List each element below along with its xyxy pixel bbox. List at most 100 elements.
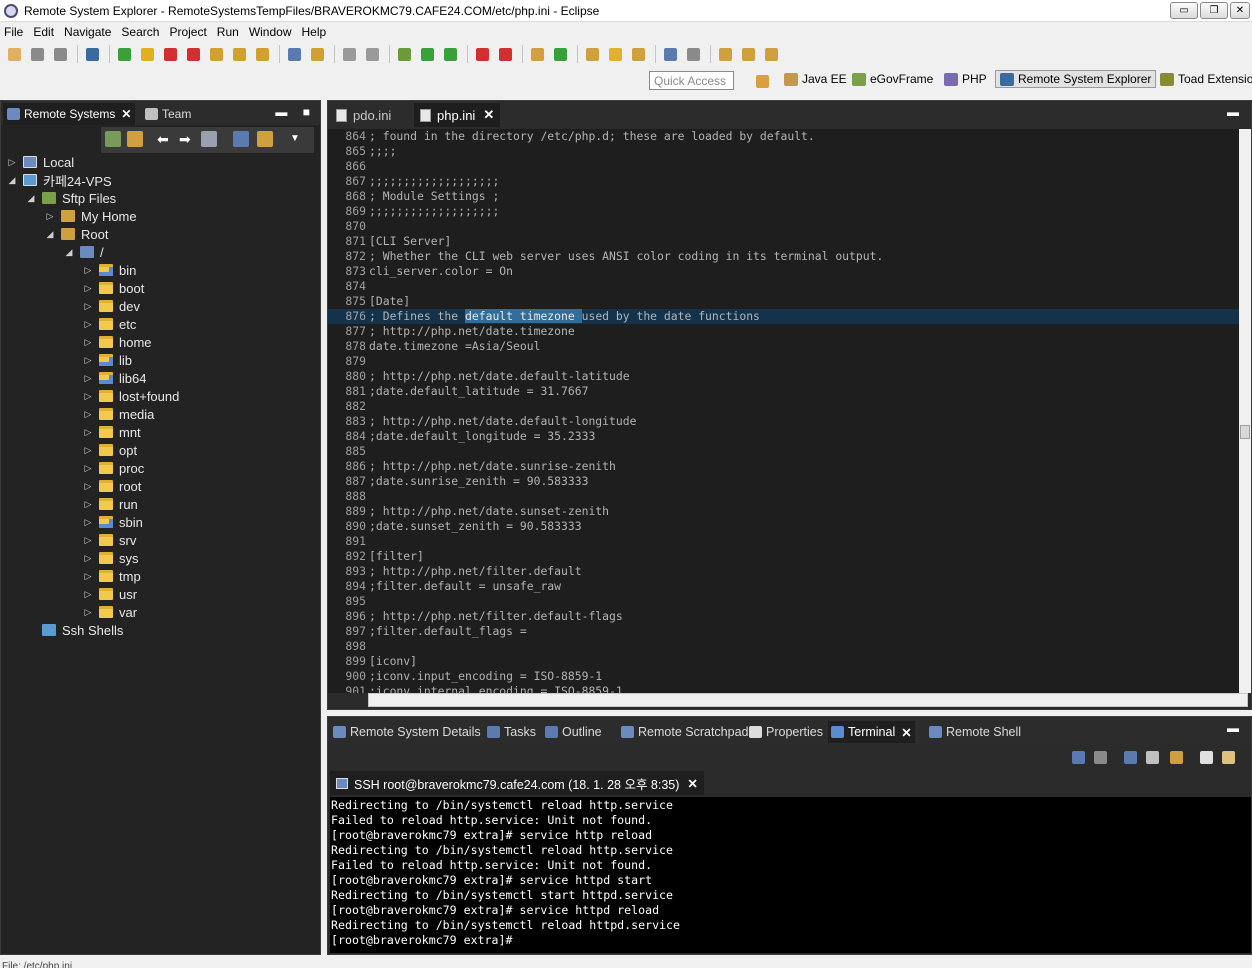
save-icon[interactable] xyxy=(27,44,47,64)
new-connection-icon[interactable] xyxy=(105,131,121,147)
menu-window[interactable]: Window xyxy=(245,25,298,39)
menu-help[interactable]: Help xyxy=(298,25,333,39)
collapsed-twisty-icon[interactable]: ▷ xyxy=(83,283,93,293)
menu-navigate[interactable]: Navigate xyxy=(60,25,117,39)
step-over-icon[interactable] xyxy=(229,44,249,64)
menu-file[interactable]: File xyxy=(0,25,29,39)
tree-item-root[interactable]: ◢ Root xyxy=(1,225,320,243)
collapsed-twisty-icon[interactable]: ▷ xyxy=(45,211,55,221)
suspend-icon[interactable] xyxy=(137,44,157,64)
back-icon[interactable] xyxy=(738,44,758,64)
tab-team[interactable]: Team xyxy=(141,103,195,125)
close-button[interactable]: ✕ xyxy=(1230,2,1250,19)
run-icon[interactable] xyxy=(417,44,437,64)
menu-search[interactable]: Search xyxy=(117,25,165,39)
collapsed-twisty-icon[interactable]: ▷ xyxy=(83,319,93,329)
tree-item-ssh-shells[interactable]: Ssh Shells xyxy=(1,621,320,639)
collapsed-twisty-icon[interactable]: ▷ xyxy=(83,499,93,509)
collapsed-twisty-icon[interactable] xyxy=(26,625,36,635)
code-editor[interactable]: 864; found in the directory /etc/php.d; … xyxy=(328,129,1239,693)
tab-php-ini[interactable]: php.ini ✕ xyxy=(414,103,501,127)
tree-item-my-home[interactable]: ▷ My Home xyxy=(1,207,320,225)
open-perspective-icon[interactable] xyxy=(752,71,772,91)
step-return-icon[interactable] xyxy=(252,44,272,64)
tree-item-var[interactable]: ▷ var xyxy=(1,603,320,621)
debug-icon[interactable] xyxy=(394,44,414,64)
forward-arrow-icon[interactable]: ➡ xyxy=(179,131,195,147)
open-type-icon[interactable] xyxy=(582,44,602,64)
tab-terminal[interactable]: Terminal ✕ xyxy=(828,721,915,743)
collapsed-twisty-icon[interactable]: ▷ xyxy=(83,481,93,491)
settings-icon[interactable] xyxy=(1142,747,1162,767)
new-terminal-icon[interactable] xyxy=(1120,747,1140,767)
minimize-view-icon[interactable]: ▬ xyxy=(1227,721,1239,735)
tab-properties[interactable]: Properties xyxy=(746,721,826,743)
perspective-php[interactable]: PHP xyxy=(944,72,987,86)
tab-tasks[interactable]: Tasks xyxy=(484,721,539,743)
terminal-output[interactable]: Redirecting to /bin/systemctl reload htt… xyxy=(330,797,1251,953)
tree-item-root-dir[interactable]: ◢ / xyxy=(1,243,320,261)
tree-item-local[interactable]: ▷ Local xyxy=(1,153,320,171)
expanded-twisty-icon[interactable]: ◢ xyxy=(64,247,74,257)
tab-remote-shell[interactable]: Remote Shell xyxy=(926,721,1024,743)
collapsed-twisty-icon[interactable]: ▷ xyxy=(83,265,93,275)
open-folder-icon[interactable] xyxy=(628,44,648,64)
menu-run[interactable]: Run xyxy=(213,25,245,39)
perspective-remote-system-explorer[interactable]: Remote System Explorer xyxy=(995,70,1157,88)
quick-access-input[interactable]: Quick Access xyxy=(649,71,734,90)
link-with-editor-icon[interactable] xyxy=(257,131,273,147)
tree-item-dev[interactable]: ▷ dev xyxy=(1,297,320,315)
tab-remote-systems[interactable]: Remote Systems ✕ xyxy=(3,103,136,125)
connect-icon[interactable] xyxy=(1068,747,1088,767)
tree-item-bin[interactable]: ▷ bin xyxy=(1,261,320,279)
next-annotation-icon[interactable] xyxy=(683,44,703,64)
horizontal-scrollbar[interactable] xyxy=(368,693,1248,707)
back-arrow-icon[interactable]: ⬅ xyxy=(157,131,173,147)
step-into-icon[interactable] xyxy=(206,44,226,64)
collapsed-twisty-icon[interactable]: ▷ xyxy=(83,337,93,347)
tree-item-tmp[interactable]: ▷ tmp xyxy=(1,567,320,585)
deploy-icon[interactable] xyxy=(495,44,515,64)
minimize-editor-icon[interactable]: ▬ xyxy=(1227,105,1239,119)
collapsed-twisty-icon[interactable]: ▷ xyxy=(83,607,93,617)
maximize-button[interactable]: ❐ xyxy=(1200,2,1228,19)
view-menu-icon[interactable]: ▼ xyxy=(287,131,303,147)
collapse-all-icon[interactable] xyxy=(233,131,249,147)
tree-item-proc[interactable]: ▷ proc xyxy=(1,459,320,477)
close-tab-icon[interactable]: ✕ xyxy=(901,725,911,740)
collapsed-twisty-icon[interactable]: ▷ xyxy=(83,571,93,581)
show-whitespace-icon[interactable] xyxy=(362,44,382,64)
drop-to-frame-icon[interactable] xyxy=(307,44,327,64)
collapsed-twisty-icon[interactable]: ▷ xyxy=(83,463,93,473)
terminal-icon[interactable] xyxy=(82,44,102,64)
forward-icon[interactable] xyxy=(761,44,781,64)
perspective-java-ee[interactable]: Java EE xyxy=(784,72,847,86)
tree-item-sbin[interactable]: ▷ sbin xyxy=(1,513,320,531)
tree-item-srv[interactable]: ▷ srv xyxy=(1,531,320,549)
close-tab-icon[interactable]: ✕ xyxy=(483,107,494,123)
disconnect-icon[interactable] xyxy=(1090,747,1110,767)
tree-item-sftp-files[interactable]: ◢ Sftp Files xyxy=(1,189,320,207)
go-into-icon[interactable] xyxy=(201,131,217,147)
collapsed-twisty-icon[interactable]: ▷ xyxy=(83,445,93,455)
scroll-lock-icon[interactable] xyxy=(1166,747,1186,767)
tree-item-etc[interactable]: ▷ etc xyxy=(1,315,320,333)
menu-project[interactable]: Project xyxy=(165,25,212,39)
paste-icon[interactable] xyxy=(1218,747,1238,767)
collapsed-twisty-icon[interactable]: ▷ xyxy=(83,355,93,365)
expanded-twisty-icon[interactable]: ◢ xyxy=(26,193,36,203)
tree-item-sys[interactable]: ▷ sys xyxy=(1,549,320,567)
tab-remote-system-details[interactable]: Remote System Details xyxy=(330,721,484,743)
collapsed-twisty-icon[interactable]: ▷ xyxy=(83,301,93,311)
new-icon[interactable] xyxy=(4,44,24,64)
disconnect-icon[interactable] xyxy=(183,44,203,64)
tree-item-lib64[interactable]: ▷ lib64 xyxy=(1,369,320,387)
collapsed-twisty-icon[interactable]: ▷ xyxy=(83,535,93,545)
collapsed-twisty-icon[interactable]: ▷ xyxy=(83,553,93,563)
close-tab-icon[interactable]: ✕ xyxy=(121,107,131,121)
collapsed-twisty-icon[interactable]: ▷ xyxy=(83,373,93,383)
collapsed-twisty-icon[interactable]: ▷ xyxy=(83,409,93,419)
terminate-icon[interactable] xyxy=(160,44,180,64)
tree-item-home[interactable]: ▷ home xyxy=(1,333,320,351)
terminal-session-tab[interactable]: SSH root@braverokmc79.cafe24.com (18. 1.… xyxy=(330,771,704,795)
